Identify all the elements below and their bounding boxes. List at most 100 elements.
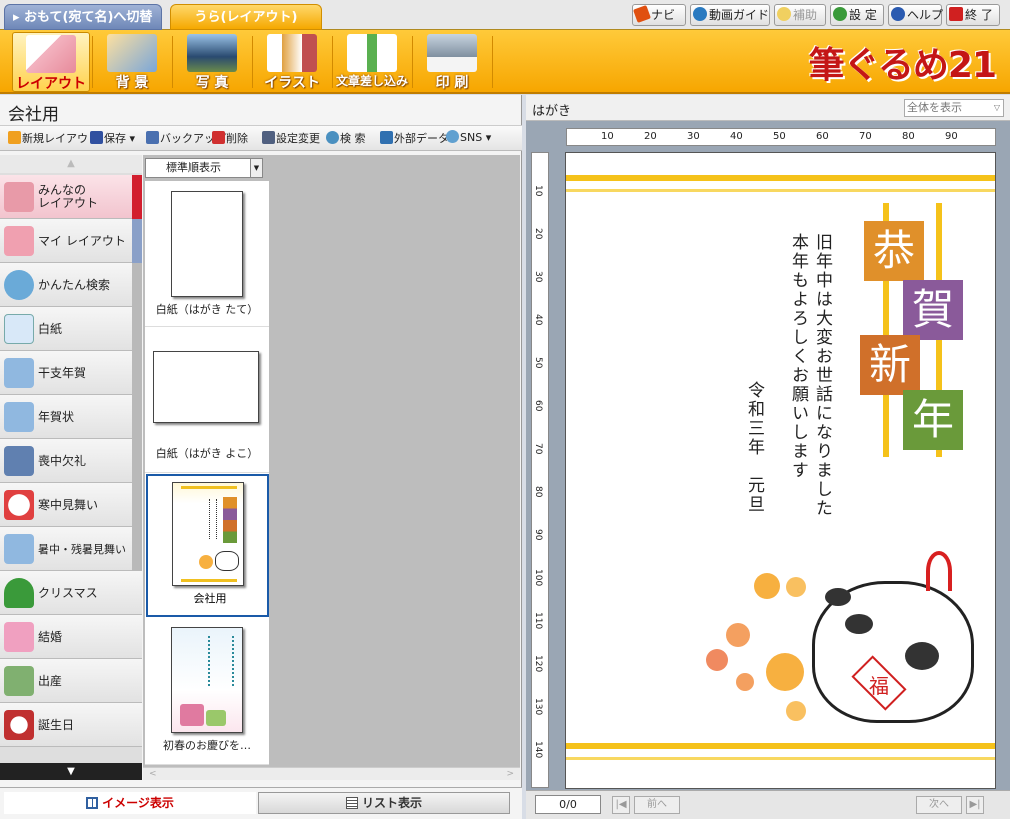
baby-icon — [4, 666, 34, 696]
ribbon-text-insert-button[interactable]: 文章差し込み — [333, 32, 411, 92]
new-year-card-preview — [171, 627, 243, 733]
top-bar: ▸ おもて(宛て名)へ切替 うら(レイアウト) ナビ 動画ガイド 補助 設 定 … — [0, 0, 1010, 30]
card-icon — [4, 402, 34, 432]
greeting-char-tile: 新 — [860, 335, 920, 395]
external-data-button[interactable]: 外部データ — [380, 130, 449, 146]
greeting-char-tile: 年 — [903, 390, 963, 450]
message-line: 本年もよろしくお願いします — [788, 233, 808, 480]
list-view-tab[interactable]: リスト表示 — [258, 792, 510, 814]
card-icon — [4, 534, 34, 564]
ribbon-illustration-button[interactable]: イラスト — [253, 32, 331, 92]
close-icon — [949, 7, 963, 21]
settings-change-button[interactable]: 設定変更 — [262, 130, 320, 146]
message-line: 旧年中は大変お世話になりました — [812, 233, 832, 518]
ribbon-print-button[interactable]: 印 刷 — [413, 32, 491, 92]
ribbon-photo-button[interactable]: 写 真 — [173, 32, 251, 92]
category-item[interactable]: 干支年賀 — [0, 351, 142, 395]
category-item[interactable]: 暑中・残暑見舞い — [0, 527, 142, 571]
thumbnail-item-selected[interactable]: 会社用 — [146, 474, 269, 617]
layout-icon — [26, 35, 76, 73]
thumbnail-item[interactable]: 初春のお慶びを… — [145, 619, 269, 765]
category-scroll-up[interactable]: ▲ — [0, 155, 142, 173]
sns-icon — [446, 130, 459, 143]
exit-button[interactable]: 終 了 — [946, 4, 1000, 26]
category-item[interactable]: 年賀状 — [0, 395, 142, 439]
app-logo: 筆ぐるめ21 — [808, 45, 997, 86]
horizontal-ruler: 10 20 30 40 50 60 70 80 90 — [566, 128, 996, 146]
category-item[interactable]: 出産 — [0, 659, 142, 703]
chevron-down-icon: ▽ — [993, 103, 1000, 112]
tab-front-address[interactable]: ▸ おもて(宛て名)へ切替 — [4, 4, 162, 30]
save-icon — [90, 131, 103, 144]
settings-change-icon — [262, 131, 275, 144]
blank-portrait-card — [171, 191, 243, 297]
search-button[interactable]: 検 索 — [326, 130, 366, 146]
thumbnail-item[interactable]: 白紙（はがき たて） — [145, 181, 269, 327]
video-guide-button[interactable]: 動画ガイド — [690, 4, 770, 26]
date-line: 令和三年 元旦 — [744, 381, 764, 514]
category-item[interactable]: 寒中見舞い — [0, 483, 142, 527]
assist-button[interactable]: 補助 — [774, 4, 826, 26]
new-layout-icon — [8, 131, 21, 144]
snowman-icon — [4, 490, 34, 520]
category-item[interactable]: クリスマス — [0, 571, 142, 615]
scroll-right-icon[interactable]: > — [506, 768, 514, 780]
card-icon — [4, 358, 34, 388]
zoom-dropdown[interactable]: 全体を表示 ▽ — [904, 99, 1004, 117]
birthday-icon — [4, 710, 34, 740]
help-button[interactable]: ヘルプ — [888, 4, 943, 26]
preview-title: はがき — [532, 104, 572, 119]
gold-band-bottom-thin — [566, 757, 995, 760]
category-item[interactable]: みんなの レイアウト — [0, 175, 142, 219]
confetti-decoration — [574, 193, 744, 353]
category-item[interactable]: かんたん検索 — [0, 263, 142, 307]
thumbnail-item[interactable]: 白紙（はがき よこ） — [145, 327, 269, 473]
chevron-down-icon: ▼ — [250, 159, 262, 177]
navi-button[interactable]: ナビ — [632, 4, 686, 26]
horizontal-scrollbar[interactable]: < > — [143, 767, 520, 780]
image-view-tab[interactable]: イメージ表示 — [4, 792, 256, 814]
save-button[interactable]: 保存 ▾ — [90, 130, 135, 146]
category-scroll-down[interactable]: ▼ — [0, 763, 142, 780]
magnifier-icon — [4, 270, 34, 300]
next-page-button[interactable]: 次へ — [916, 796, 962, 814]
cursor-icon — [633, 5, 651, 23]
mourning-icon — [4, 446, 34, 476]
preview-footer: 0/0 |◀ 前へ 次へ ▶| — [526, 790, 1010, 819]
delete-button[interactable]: 削除 — [212, 130, 248, 146]
settings-button[interactable]: 設 定 — [830, 4, 884, 26]
category-item[interactable]: 誕生日 — [0, 703, 142, 747]
sns-button[interactable]: SNS ▾ — [446, 130, 491, 144]
new-layout-button[interactable]: 新規レイアウト — [8, 130, 99, 146]
postcard-canvas[interactable]: 恭 賀 新 年 旧年中は大変お世話になりました 本年もよろしくお願いします 令和… — [565, 152, 996, 789]
delete-icon — [212, 131, 225, 144]
background-icon — [107, 34, 157, 72]
photo-icon — [187, 34, 237, 72]
blank-page-icon — [4, 314, 34, 344]
layout-toolbar: 新規レイアウト 保存 ▾ バックアップ 削除 設定変更 検 索 外部データ SN… — [0, 125, 522, 151]
grid-icon — [86, 797, 99, 809]
first-page-button[interactable]: |◀ — [612, 796, 630, 814]
category-item[interactable]: 喪中欠礼 — [0, 439, 142, 483]
people-icon — [4, 182, 34, 212]
ribbon-background-button[interactable]: 背 景 — [93, 32, 171, 92]
page-counter: 0/0 — [535, 795, 601, 814]
illustration-icon — [267, 34, 317, 72]
gold-band-top-thin — [566, 189, 995, 192]
ribbon-layout-button[interactable]: レイアウト — [12, 32, 90, 92]
category-item[interactable]: 白紙 — [0, 307, 142, 351]
thumbnail-list: 白紙（はがき たて） 白紙（はがき よこ） 会社用 初春のお慶びを… — [145, 181, 269, 765]
search-icon — [326, 131, 339, 144]
last-page-button[interactable]: ▶| — [966, 796, 984, 814]
wedding-icon — [4, 622, 34, 652]
tab-back-layout[interactable]: うら(レイアウト) — [170, 4, 322, 30]
star-icon — [777, 7, 791, 21]
sort-dropdown[interactable]: 標準順表示 ▼ — [145, 158, 263, 178]
external-data-icon — [380, 131, 393, 144]
category-item[interactable]: 結婚 — [0, 615, 142, 659]
printer-icon — [427, 34, 477, 72]
category-item[interactable]: マイ レイアウト — [0, 219, 142, 263]
text-insert-icon — [347, 34, 397, 72]
scroll-left-icon[interactable]: < — [149, 768, 157, 780]
prev-page-button[interactable]: 前へ — [634, 796, 680, 814]
